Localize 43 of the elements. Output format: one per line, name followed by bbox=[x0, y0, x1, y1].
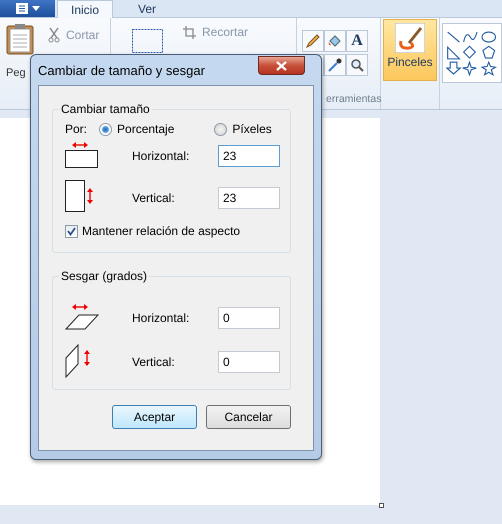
field-label: Vertical: bbox=[132, 355, 176, 369]
close-icon bbox=[276, 60, 287, 70]
magnifier-icon[interactable] bbox=[346, 54, 368, 76]
color-picker-icon[interactable] bbox=[324, 54, 346, 76]
brush-icon bbox=[395, 23, 425, 53]
input-field[interactable]: 0 bbox=[218, 307, 280, 329]
input-field[interactable]: 0 bbox=[218, 351, 280, 373]
resize-vertical-icon bbox=[65, 180, 95, 213]
window-title: Cambiar de tamaño y sesgar bbox=[38, 62, 205, 78]
dialog-button[interactable]: Cancelar bbox=[206, 405, 291, 429]
shapes-gallery[interactable] bbox=[442, 23, 502, 83]
field-label: Horizontal: bbox=[132, 311, 190, 325]
dialog-button[interactable]: Aceptar bbox=[112, 405, 197, 429]
close-button[interactable] bbox=[258, 56, 305, 75]
field-label: Horizontal: bbox=[132, 149, 190, 163]
scissors-icon bbox=[48, 27, 60, 43]
by-label: Por: bbox=[65, 122, 88, 136]
skew-horizontal-icon bbox=[65, 304, 99, 330]
field-label: Vertical: bbox=[132, 191, 176, 205]
resize-horizontal-icon bbox=[65, 142, 99, 168]
paste-label[interactable]: Peg bbox=[6, 67, 26, 79]
caret-icon bbox=[32, 6, 40, 11]
input-field[interactable]: 23 bbox=[218, 145, 280, 167]
pencil-icon[interactable] bbox=[302, 30, 324, 52]
text-tool[interactable]: A bbox=[346, 30, 368, 52]
brushes-button[interactable]: Pinceles bbox=[383, 19, 437, 81]
radio-option[interactable]: Porcentaje bbox=[99, 122, 174, 136]
group-legend: Sesgar (grados) bbox=[59, 269, 150, 283]
group-legend: Cambiar tamaño bbox=[59, 102, 152, 116]
paint-bucket-icon[interactable] bbox=[324, 30, 346, 52]
document-icon bbox=[16, 3, 28, 14]
input-field[interactable]: 23 bbox=[218, 187, 280, 209]
checkbox-label[interactable]: Mantener relación de aspecto bbox=[82, 224, 240, 238]
app-menu-button[interactable] bbox=[0, 0, 55, 17]
selection-rectangle-icon bbox=[132, 29, 163, 53]
radio-option[interactable]: Píxeles bbox=[214, 122, 272, 136]
crop-icon bbox=[183, 26, 196, 38]
ribbon-tab[interactable]: Ver bbox=[125, 0, 170, 18]
ribbon-tab[interactable]: Inicio bbox=[57, 0, 114, 18]
clipboard-icon bbox=[6, 23, 34, 55]
resize-handle[interactable] bbox=[379, 503, 384, 508]
checkbox[interactable] bbox=[65, 224, 78, 238]
group-label: erramientas bbox=[326, 93, 382, 105]
